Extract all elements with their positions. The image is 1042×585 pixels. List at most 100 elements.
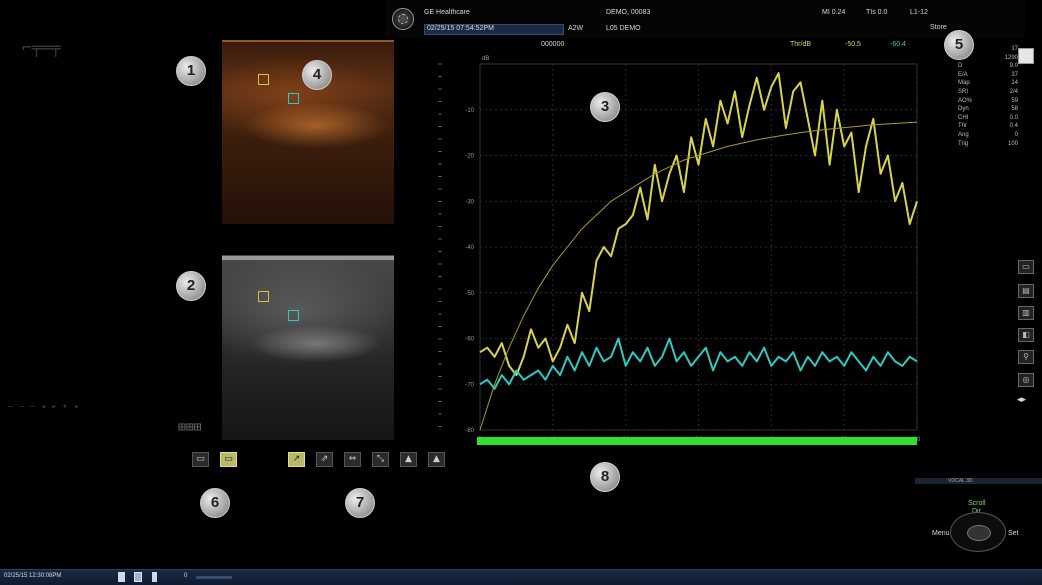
side-monitor-icon[interactable]: ▭ bbox=[1018, 260, 1034, 274]
y-tick-label: -10 bbox=[465, 108, 474, 114]
thr-db-label: Thr/dB bbox=[790, 41, 812, 48]
tool-export-button[interactable]: ▲ bbox=[428, 452, 445, 467]
y-tick-label: -40 bbox=[465, 245, 474, 251]
side-split-icon[interactable]: ◧ bbox=[1018, 328, 1034, 342]
ghost-icon-grid: ⊞⊞⊞ bbox=[178, 420, 202, 435]
param-value: 14 bbox=[1011, 80, 1018, 87]
param-label: Trig bbox=[958, 140, 969, 147]
bmode-image[interactable] bbox=[222, 255, 394, 440]
callout-3: 3 bbox=[590, 92, 620, 122]
param-row: CHI 0.0 bbox=[958, 115, 1018, 124]
side-search-icon[interactable]: ⚲ bbox=[1018, 350, 1034, 364]
y-tick-label: -30 bbox=[465, 199, 474, 205]
param-value: 2/4 bbox=[1009, 88, 1018, 95]
y-tick-label: -70 bbox=[465, 382, 474, 388]
taskbar-battery-icon bbox=[118, 572, 125, 582]
param-label: SRI bbox=[958, 88, 969, 95]
param-value: 0.4 bbox=[1009, 123, 1018, 130]
param-label: Map bbox=[958, 80, 970, 87]
probe-label: L1-12 bbox=[910, 9, 928, 16]
view-single-button[interactable]: ▭ bbox=[192, 452, 209, 467]
curve-subtitle: 000000 bbox=[541, 41, 565, 48]
param-row: E/A 37 bbox=[958, 72, 1018, 81]
param-row: AO% 59 bbox=[958, 98, 1018, 107]
y-tick-label: -50 bbox=[465, 291, 474, 297]
y-tick-label: -60 bbox=[465, 337, 474, 343]
param-value: 1290 bbox=[1004, 54, 1018, 61]
callout-5: 5 bbox=[944, 30, 974, 60]
param-row: D 9.0 bbox=[958, 63, 1018, 72]
tool-resize-button[interactable]: ⤡ bbox=[372, 452, 389, 467]
taskbar-device-icon bbox=[134, 572, 142, 582]
callout-4: 4 bbox=[302, 60, 332, 90]
param-value: 0.0 bbox=[1009, 114, 1018, 121]
param-label: CHI bbox=[958, 114, 969, 121]
param-value: 0 bbox=[1014, 131, 1018, 138]
tool-roi-button[interactable]: ↗ bbox=[288, 452, 305, 467]
patient-name: DEMO, 00083 bbox=[606, 9, 651, 16]
ghost-icon-mid: — — — ◂ ▸ ▾ ◂ bbox=[8, 402, 79, 412]
y-tick-label: -80 bbox=[465, 428, 474, 434]
color-swatch[interactable] bbox=[1018, 48, 1034, 64]
param-row: Thr 0.4 bbox=[958, 123, 1018, 132]
param-value: 9.0 bbox=[1009, 63, 1018, 70]
param-row: Ang 0 bbox=[958, 132, 1018, 141]
tool-peak-button[interactable]: ▲ bbox=[400, 452, 417, 467]
patient-id: L05 DEMO bbox=[606, 25, 641, 32]
callout-6: 6 bbox=[200, 488, 230, 518]
param-value: 100 bbox=[1007, 140, 1018, 147]
callout-2: 2 bbox=[176, 271, 206, 301]
scroll-label: Scroll bbox=[968, 500, 986, 507]
mode-label: Store bbox=[930, 24, 947, 31]
param-row: Trig 100 bbox=[958, 141, 1018, 150]
param-row: Map 14 bbox=[958, 80, 1018, 89]
tic-chart: -10-20-30-40-50-60-70-800102030405060dB bbox=[438, 56, 921, 443]
callout-8: 8 bbox=[590, 462, 620, 492]
param-label: AO% bbox=[958, 97, 973, 104]
roi-yellow-ce[interactable] bbox=[258, 74, 269, 85]
param-label: D bbox=[958, 63, 963, 70]
mi-value: MI 0.24 bbox=[822, 9, 846, 16]
param-label: Thr bbox=[958, 123, 967, 130]
ghost-icon-top: ⌐╤═╤ bbox=[22, 38, 61, 57]
callout-1: 1 bbox=[176, 56, 206, 86]
bmode-image-top bbox=[222, 256, 394, 260]
panel-label: VOCAL 3D bbox=[948, 478, 973, 484]
app-code: A2W bbox=[568, 25, 584, 32]
param-value: 58 bbox=[1011, 106, 1018, 113]
roi-yellow-bm[interactable] bbox=[258, 291, 269, 302]
side-table-icon[interactable]: ▤ bbox=[1018, 284, 1034, 298]
y-unit-label: dB bbox=[482, 56, 489, 62]
param-row: Dyn 58 bbox=[958, 106, 1018, 115]
callout-7: 7 bbox=[345, 488, 375, 518]
side-arrows-icon[interactable]: ◂▸ bbox=[1017, 394, 1026, 405]
param-row: SRI 2/4 bbox=[958, 89, 1018, 98]
tool-width-button[interactable]: ⇔ bbox=[344, 452, 361, 467]
tool-move-button[interactable]: ⇗ bbox=[316, 452, 333, 467]
param-value: 17 bbox=[1011, 46, 1018, 52]
roi-cyan-bm[interactable] bbox=[288, 310, 299, 321]
set-button[interactable]: Set bbox=[1008, 530, 1019, 537]
menu-button[interactable]: Menu bbox=[932, 530, 950, 537]
bottom-right-panel bbox=[915, 478, 1042, 484]
taskbar-datetime: 02/25/15 12:30:08PM bbox=[4, 573, 62, 579]
roi-cyan-ce[interactable] bbox=[288, 93, 299, 104]
datetime: 02/25/15 07:54:52PM bbox=[427, 25, 494, 32]
cyan-value: -60.4 bbox=[890, 41, 906, 48]
taskbar-storage-icon bbox=[152, 572, 157, 582]
param-value: 37 bbox=[1011, 71, 1018, 78]
param-list: Frq17Gn1290D9.0E/A37Map14SRI2/4AO%59Dyn5… bbox=[958, 46, 1018, 149]
taskbar-progress bbox=[196, 576, 232, 579]
param-label: Dyn bbox=[958, 106, 969, 113]
side-layout-icon[interactable]: ▥ bbox=[1018, 306, 1034, 320]
timeline-bar[interactable] bbox=[477, 437, 917, 445]
param-label: Ang bbox=[958, 131, 969, 138]
param-value: 59 bbox=[1011, 97, 1018, 104]
tis-value: TIs 0.0 bbox=[866, 9, 888, 16]
view-dual-button[interactable]: ▭ bbox=[220, 452, 237, 467]
trackball-pad[interactable] bbox=[950, 512, 1006, 552]
ge-logo-icon bbox=[392, 8, 414, 30]
vendor-name: GE Healthcare bbox=[424, 9, 470, 16]
side-target-icon[interactable]: ◎ bbox=[1018, 373, 1034, 387]
param-label: E/A bbox=[958, 71, 968, 78]
